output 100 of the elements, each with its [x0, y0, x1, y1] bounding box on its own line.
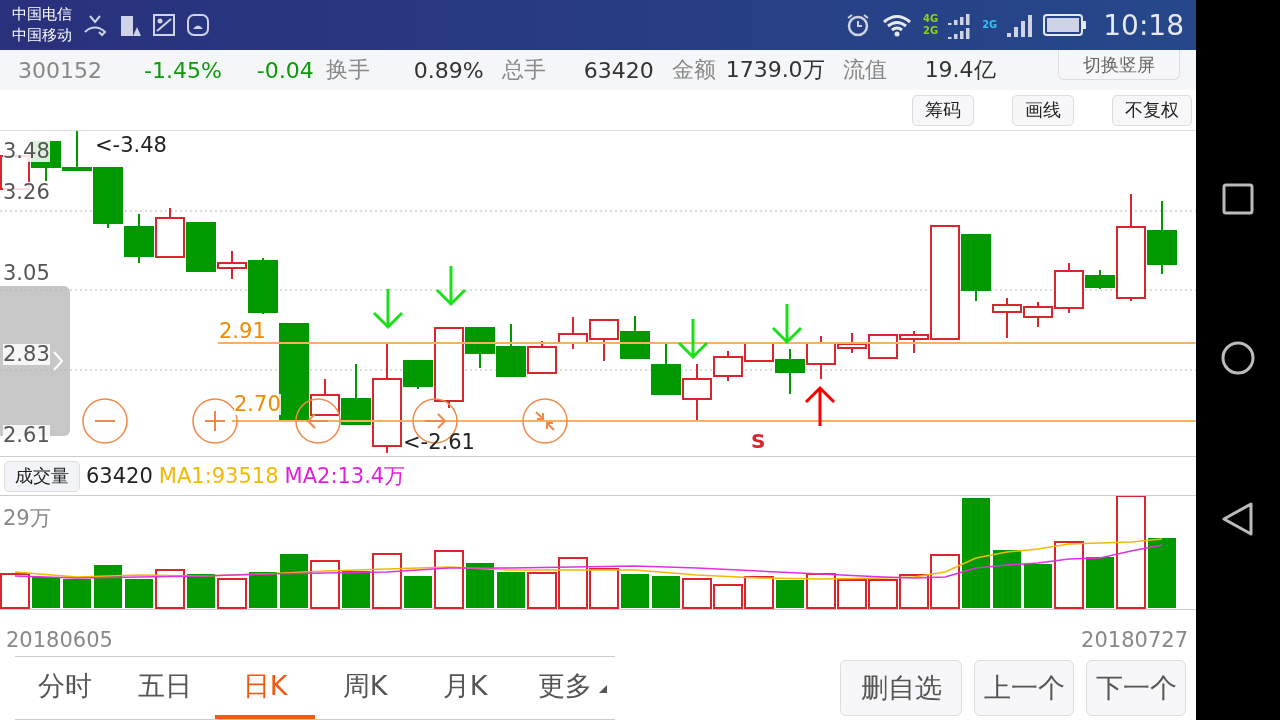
volume-bar [776, 580, 804, 608]
down-arrow-icon [435, 264, 467, 307]
line-price-label: 2.70 [234, 394, 281, 415]
volume-bar [125, 579, 153, 608]
orientation-button[interactable]: 切换竖屏 [1058, 50, 1180, 80]
candlestick [155, 207, 185, 258]
wifi-icon [880, 12, 913, 38]
ma2-value: MA2:13.4万 [284, 463, 406, 490]
home-icon[interactable] [1220, 340, 1256, 376]
volume-bar [466, 563, 494, 608]
image-icon [152, 13, 176, 37]
volume-bar [589, 568, 619, 609]
volume-bar [1148, 538, 1176, 608]
action-button[interactable]: 上一个 [974, 660, 1074, 716]
candlestick [124, 213, 154, 264]
down-arrow-icon [372, 287, 404, 330]
period-tab[interactable]: 周K [315, 657, 415, 719]
carrier-label: 中国移动 [12, 25, 72, 46]
ma1-value: MA1:93518 [158, 464, 279, 488]
signal-label: S [751, 431, 766, 451]
candlestick [620, 315, 650, 359]
period-tab[interactable]: 分时 [15, 657, 115, 719]
corner-triangle-icon [599, 685, 607, 693]
scroll-left-icon[interactable] [295, 398, 341, 444]
chart-tool-button[interactable]: 画线 [1012, 94, 1074, 126]
volume-bar [868, 579, 898, 609]
network-label: 4G [922, 13, 939, 25]
field-label: 换手 [325, 56, 370, 84]
period-tab[interactable]: 五日 [115, 657, 215, 719]
volume-bar [32, 577, 60, 608]
field-value: 0.89% [413, 57, 484, 83]
volume-bar [187, 574, 215, 608]
field-label: 流值 [842, 56, 887, 84]
volume-bar [621, 574, 649, 608]
volume-bar [744, 576, 774, 609]
volume-bar [310, 560, 340, 609]
price-axis-label: 2.83 [3, 344, 50, 365]
volume-bar [404, 576, 432, 608]
field-label: 金额 [671, 56, 716, 84]
clock-time: 10:18 [1103, 8, 1184, 42]
volume-bar [342, 571, 370, 608]
volume-bar [837, 579, 867, 609]
volume-bar [0, 573, 30, 609]
action-button[interactable]: 删自选 [840, 660, 962, 716]
end-date: 20180727 [1081, 628, 1188, 652]
candlestick [558, 316, 588, 350]
volume-bar [993, 550, 1021, 608]
price-axis-label: 3.48 [3, 141, 50, 162]
volume-bar [217, 578, 247, 609]
stock-code: 300152 [18, 57, 102, 83]
volume-bar [497, 572, 525, 608]
candlestick [868, 334, 898, 359]
volume-bar [1086, 557, 1114, 608]
volume-bar [806, 573, 836, 609]
chevron-right-icon [52, 350, 64, 372]
field-value: 19.4亿 [924, 56, 996, 84]
volume-bar [155, 569, 185, 609]
chart-tool-button[interactable]: 筹码 [912, 94, 974, 126]
signal-icon [948, 11, 973, 39]
down-arrow-icon [677, 317, 709, 360]
line-price-label: 2.91 [219, 321, 266, 342]
battery-icon [1043, 13, 1088, 37]
network-label: 2G [922, 25, 939, 37]
start-date: 20180605 [6, 628, 113, 652]
app-icon [186, 13, 210, 37]
high-price-marker: <-3.48 [95, 135, 167, 156]
network-label: 2G [982, 19, 998, 31]
recent-apps-icon[interactable] [1222, 182, 1254, 215]
field-value: 63420 [583, 57, 654, 83]
volume-bar [652, 576, 680, 608]
volume-value: 63420 [86, 464, 153, 488]
volume-bar [1024, 564, 1052, 608]
back-icon[interactable] [1221, 501, 1255, 538]
volume-bar [558, 557, 588, 609]
volume-bar [94, 565, 122, 608]
chart-tool-button[interactable]: 不复权 [1112, 94, 1192, 126]
volume-bar [713, 584, 743, 609]
candlestick [651, 342, 681, 395]
change-percent: -1.45% [144, 57, 222, 83]
volume-bar [280, 554, 308, 608]
volume-bar [249, 572, 277, 608]
low-price-marker: <-2.61 [403, 432, 475, 453]
down-arrow-icon [771, 302, 803, 345]
volume-bar [63, 579, 91, 608]
volume-bar [1054, 541, 1084, 609]
period-tab[interactable]: 月K [415, 657, 515, 719]
volume-axis-label: 29万 [3, 508, 51, 529]
volume-bar [372, 553, 402, 609]
carrier-label: 中国电信 [12, 4, 72, 25]
price-change: -0.04 [256, 57, 314, 83]
period-tab[interactable]: 更多 [515, 657, 615, 719]
volume-button[interactable]: 成交量 [4, 460, 80, 492]
candlestick [589, 319, 619, 362]
volume-bar [682, 578, 712, 609]
volume-bar [434, 550, 464, 609]
up-arrow-icon [804, 385, 836, 428]
field-value: 1739.0万 [725, 56, 825, 84]
volume-bar [527, 572, 557, 609]
field-label: 总手 [501, 56, 546, 84]
action-button[interactable]: 下一个 [1086, 660, 1186, 716]
